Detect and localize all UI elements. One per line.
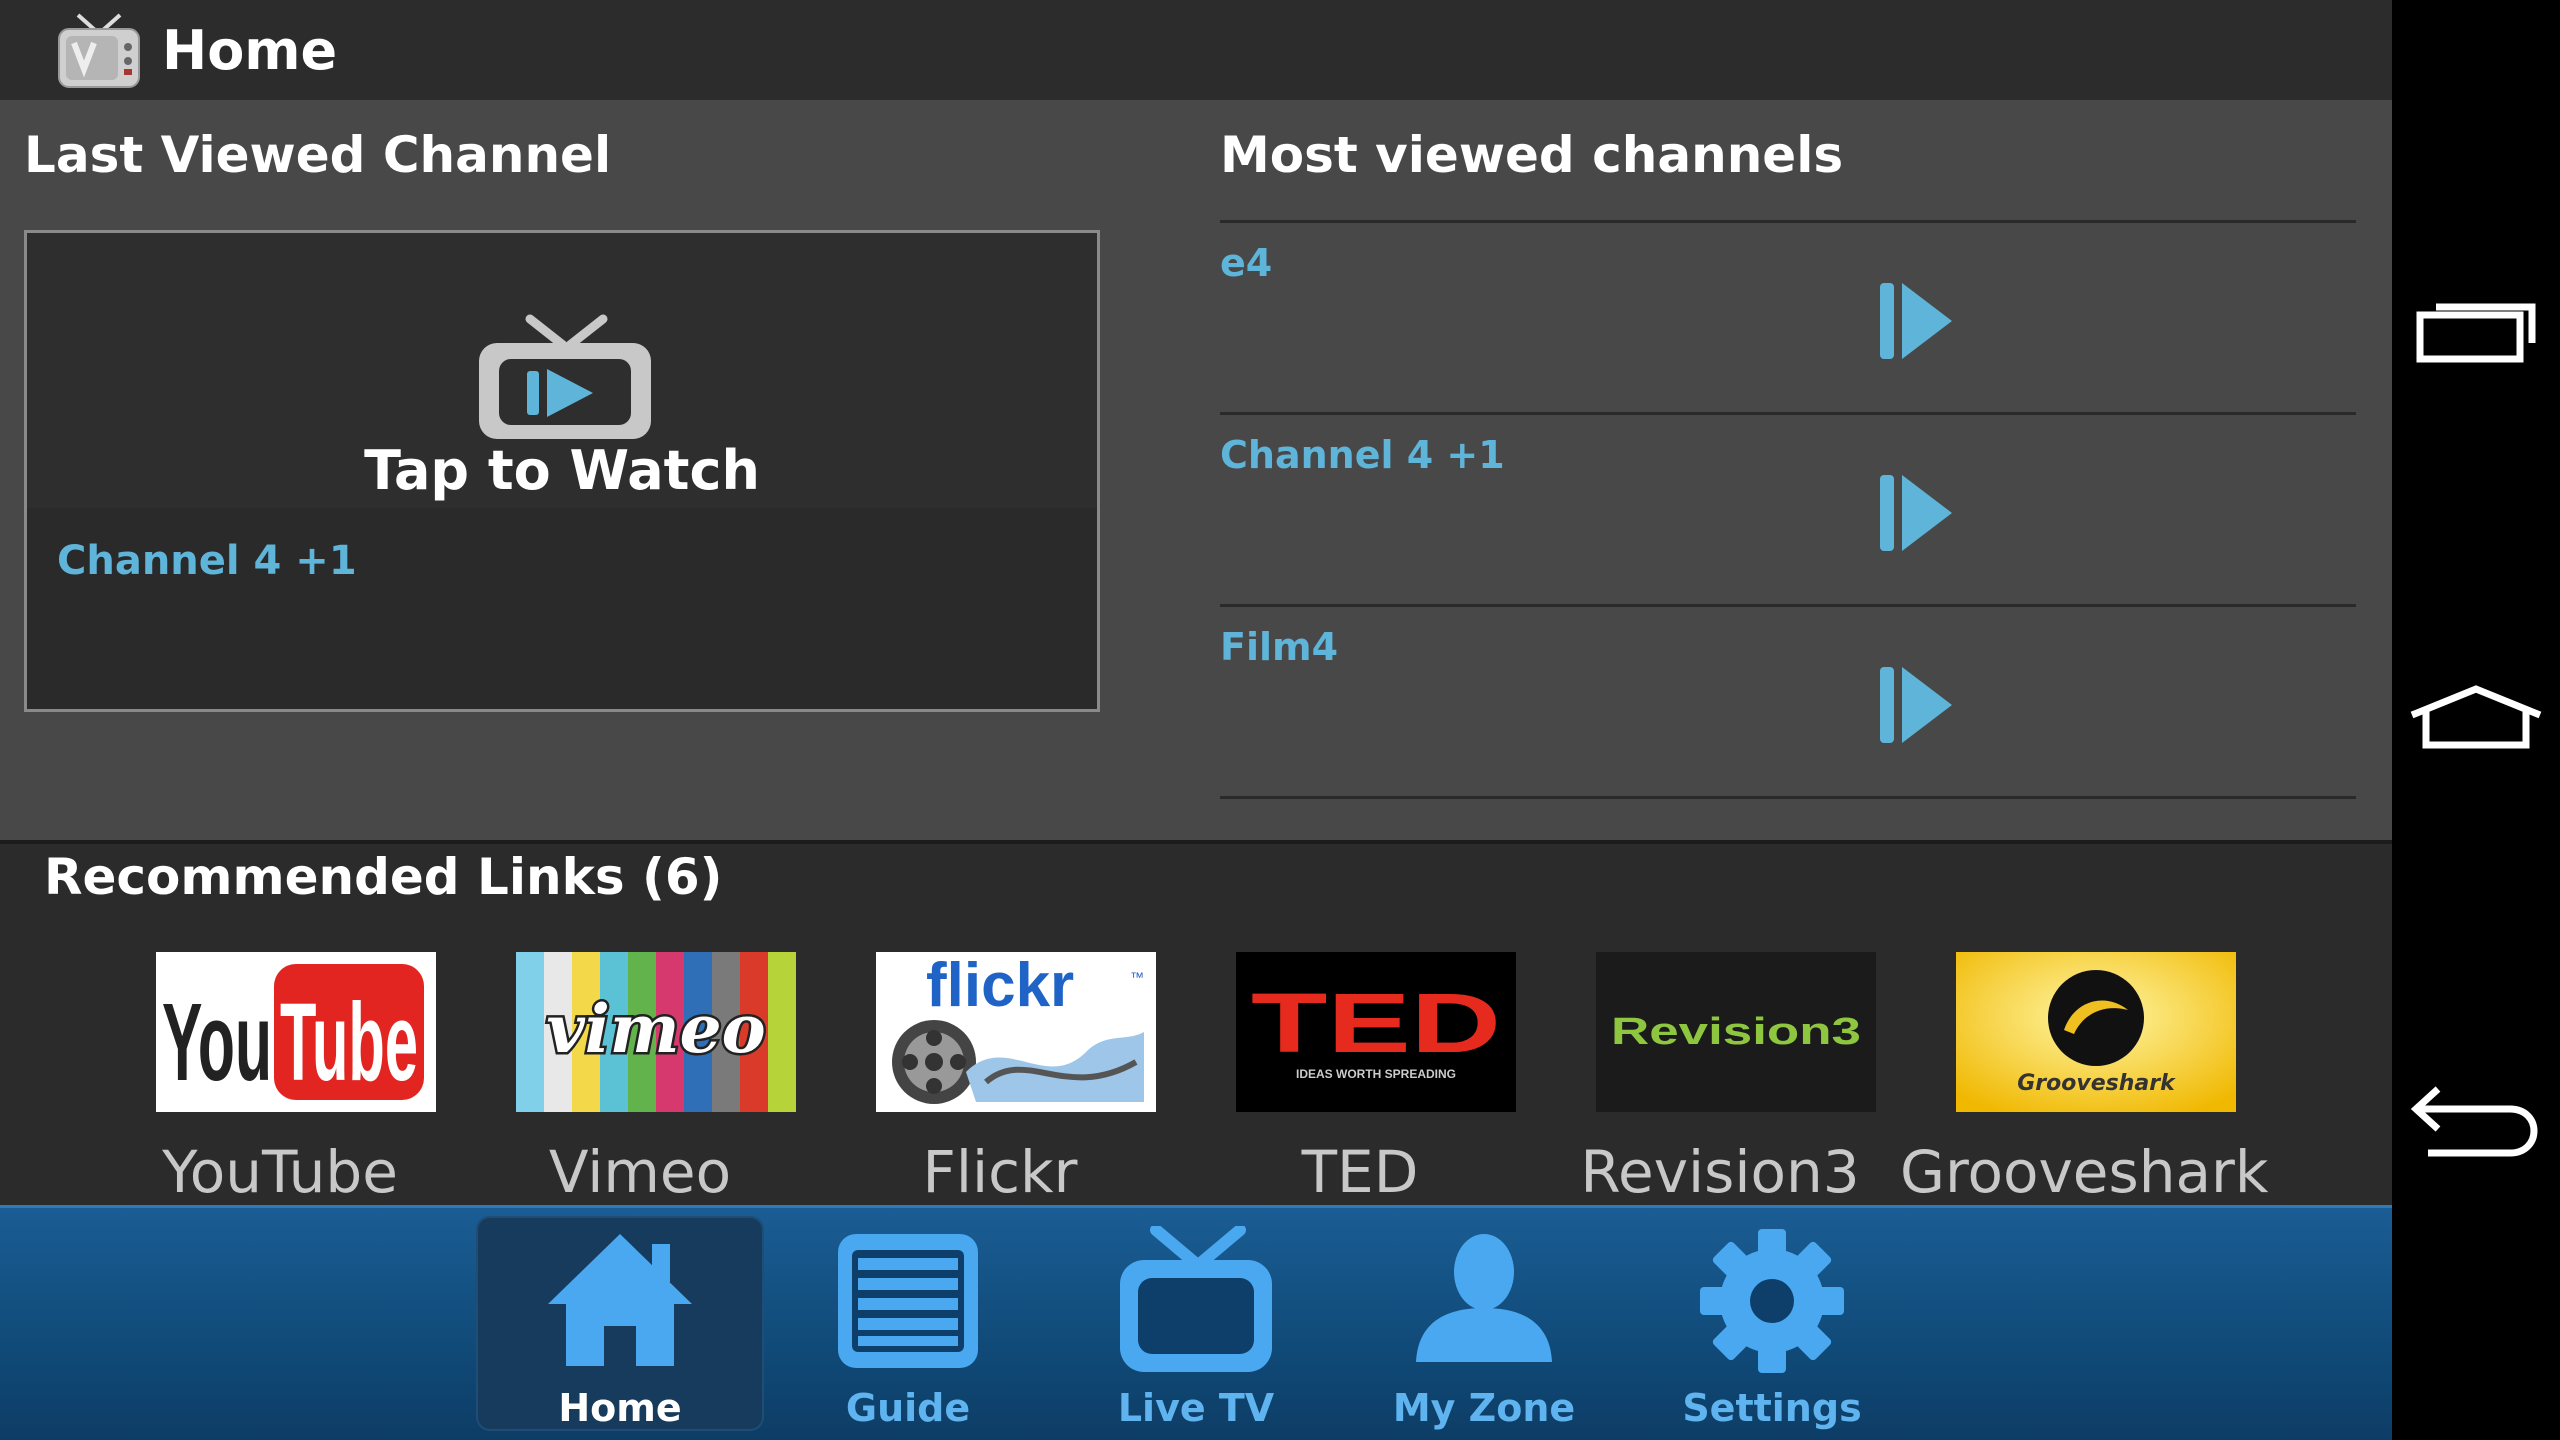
person-icon (1416, 1234, 1552, 1362)
nav-label: Settings (1682, 1386, 1862, 1430)
channel-name: Channel 4 +1 (1220, 433, 1505, 477)
channel-name: e4 (1220, 241, 1273, 285)
flickr-logo: flickr ™ (876, 952, 1156, 1112)
guide-icon (838, 1234, 978, 1368)
play-icon[interactable] (1880, 283, 1952, 359)
flickr-logo-tm: ™ (1130, 969, 1144, 985)
recommended-link-ted[interactable]: TED IDEAS WORTH SPREADING TED (1180, 952, 1540, 1209)
youtube-logo: You Tube (156, 952, 436, 1112)
recommended-link-vimeo[interactable]: vimeo Vimeo (460, 952, 820, 1209)
recommended-link-flickr[interactable]: flickr ™ Flickr (820, 952, 1180, 1209)
recent-apps-icon[interactable] (2392, 255, 2560, 405)
recommended-links-list: You Tube YouTube vimeo Vimeo flickr ™ Fl… (0, 952, 2392, 1209)
nav-label: Home (558, 1386, 682, 1430)
home-icon (548, 1234, 692, 1366)
most-viewed-item[interactable]: e4 (1220, 223, 2356, 415)
last-viewed-heading: Last Viewed Channel (24, 126, 612, 184)
most-viewed-item[interactable]: Film4 (1220, 607, 2356, 799)
recommended-link-label: Vimeo (548, 1138, 732, 1206)
most-viewed-item[interactable]: Channel 4 +1 (1220, 415, 2356, 607)
tv-icon (1120, 1226, 1272, 1372)
recommended-link-youtube[interactable]: You Tube YouTube (100, 952, 460, 1209)
recommended-link-label: TED (1301, 1138, 1419, 1206)
nav-label: Guide (845, 1386, 971, 1430)
recommended-link-label: Flickr (922, 1138, 1078, 1206)
revision3-logo: Revision3 (1596, 952, 1876, 1112)
channel-name: Film4 (1220, 625, 1339, 669)
ted-logo-tagline: IDEAS WORTH SPREADING (1296, 1067, 1456, 1081)
nav-settings[interactable]: Settings (1628, 1216, 1916, 1431)
most-viewed-list: e4 Channel 4 +1 Film4 (1220, 220, 2356, 799)
app-window: Home Last Viewed Channel Most viewed cha… (0, 0, 2392, 1440)
flickr-logo-text: flickr (926, 952, 1074, 1020)
most-viewed-heading: Most viewed channels (1220, 126, 1844, 184)
tv-box-icon[interactable] (56, 11, 142, 89)
nav-home[interactable]: Home (476, 1216, 764, 1431)
recommended-link-revision3[interactable]: Revision3 Revision3 (1540, 952, 1900, 1209)
youtube-logo-text-you: You (162, 981, 272, 1104)
last-viewed-channel-name: Channel 4 +1 (57, 538, 357, 584)
recommended-link-label: Revision3 (1580, 1138, 1860, 1206)
ted-logo-text: TED (1251, 976, 1501, 1070)
vimeo-logo-text: vimeo (546, 990, 765, 1068)
nav-label: Live TV (1117, 1386, 1275, 1430)
last-viewed-card[interactable]: Tap to Watch Channel 4 +1 (24, 230, 1100, 712)
system-navigation-bar (2392, 0, 2560, 1440)
recommended-link-grooveshark[interactable]: Grooveshark Grooveshark (1900, 952, 2269, 1209)
tv-play-icon (479, 314, 651, 439)
revision3-logo-text: Revision3 (1611, 1011, 1861, 1053)
page-title: Home (162, 18, 338, 82)
recommended-link-label: Grooveshark (1900, 1138, 2269, 1206)
nav-live-tv[interactable]: Live TV (1052, 1216, 1340, 1431)
nav-guide[interactable]: Guide (764, 1216, 1052, 1431)
back-icon[interactable] (2392, 1035, 2560, 1185)
ted-logo: TED IDEAS WORTH SPREADING (1236, 952, 1516, 1112)
recommended-links-heading: Recommended Links (6) (44, 848, 723, 906)
recommended-links-section: Recommended Links (6) You Tube YouTube v… (0, 840, 2392, 1206)
play-icon[interactable] (1880, 667, 1952, 743)
top-section: Last Viewed Channel Most viewed channels… (0, 100, 2392, 840)
home-outline-icon[interactable] (2392, 645, 2560, 795)
nav-label: My Zone (1392, 1386, 1576, 1430)
nav-my-zone[interactable]: My Zone (1340, 1216, 1628, 1431)
tap-to-watch-label: Tap to Watch (364, 439, 760, 502)
play-icon[interactable] (1880, 475, 1952, 551)
grooveshark-logo: Grooveshark (1956, 952, 2236, 1112)
youtube-logo-text-tube: Tube (280, 981, 418, 1104)
gear-icon (1700, 1229, 1844, 1373)
vimeo-logo: vimeo (516, 952, 796, 1112)
bottom-nav: Home Guide Live TV My Zone Settings (0, 1205, 2392, 1440)
action-bar: Home (0, 0, 2392, 100)
grooveshark-logo-text: Grooveshark (2017, 1071, 2176, 1096)
recommended-link-label: YouTube (162, 1138, 398, 1206)
